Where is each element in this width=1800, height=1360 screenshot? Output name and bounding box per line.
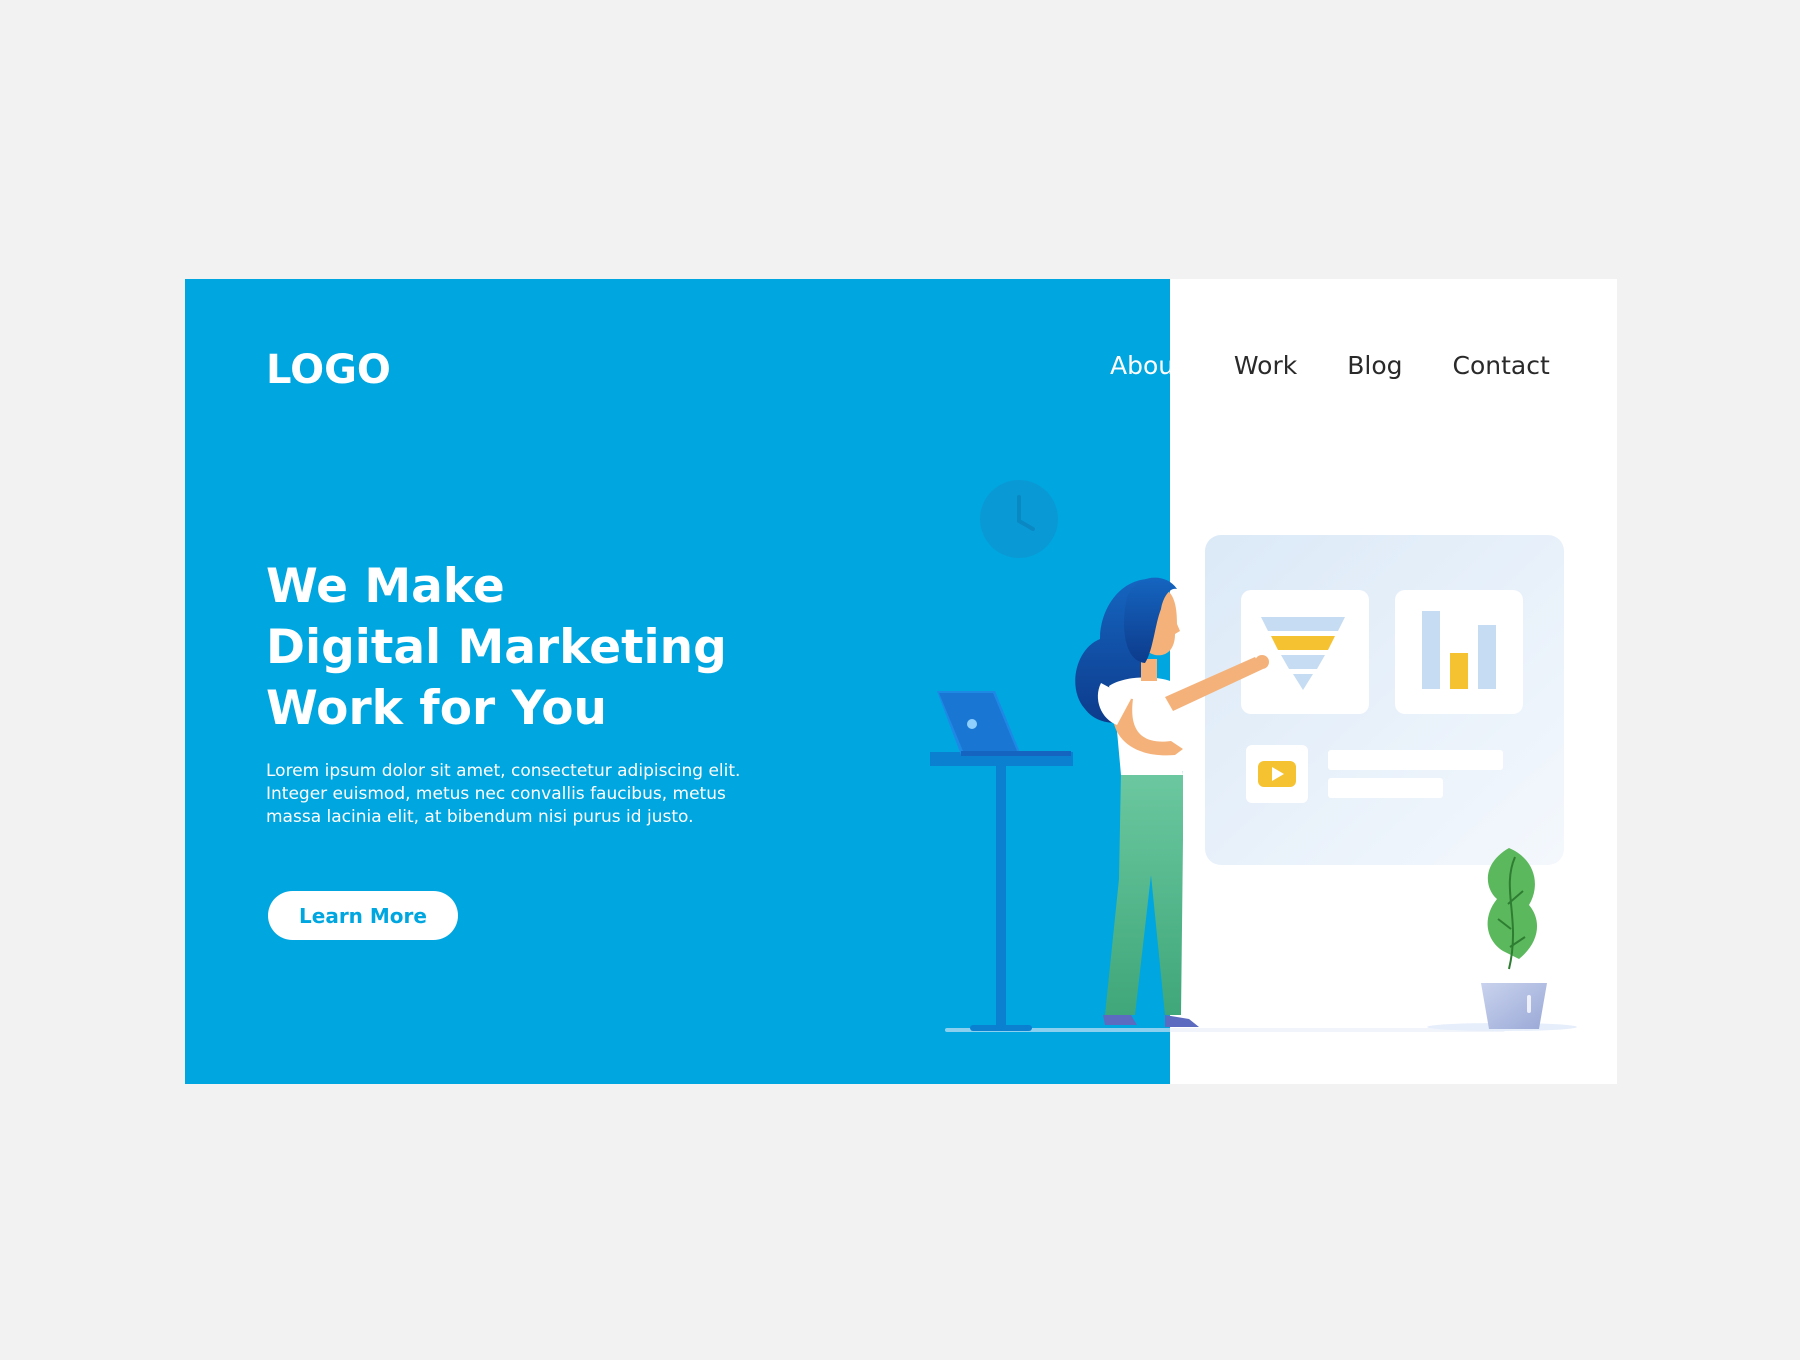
hero-description-line: massa lacinia elit, at bibendum nisi pur… <box>266 807 694 827</box>
dashboard-board <box>1205 535 1564 865</box>
nav-item-contact[interactable]: Contact <box>1453 351 1550 380</box>
laptop-icon <box>937 691 1071 756</box>
nav-item-about[interactable]: About <box>1110 351 1184 380</box>
hero-title-line: Work for You <box>266 681 608 736</box>
laptop-table <box>930 752 1073 1031</box>
hero-title: We Make Digital Marketing Work for You <box>266 556 886 739</box>
site-logo[interactable]: LOGO <box>266 347 391 393</box>
hero-description-line: Integer euismod, metus nec convallis fau… <box>266 784 726 804</box>
plant-icon <box>1481 848 1547 1029</box>
hero-description: Lorem ipsum dolor sit amet, consectetur … <box>266 760 786 829</box>
learn-more-button[interactable]: Learn More <box>268 891 458 940</box>
nav-item-blog[interactable]: Blog <box>1347 351 1402 380</box>
hero-title-line: We Make <box>266 559 505 614</box>
hero-description-line: Lorem ipsum dolor sit amet, consectetur … <box>266 761 741 781</box>
landing-page: LOGO About Work Blog Contact We Make Dig… <box>185 279 1617 1084</box>
nav-item-work[interactable]: Work <box>1234 351 1297 380</box>
play-icon <box>1258 761 1296 787</box>
hero-title-line: Digital Marketing <box>266 620 727 675</box>
clock-icon <box>980 480 1058 558</box>
main-nav: About Work Blog Contact <box>1110 351 1600 380</box>
